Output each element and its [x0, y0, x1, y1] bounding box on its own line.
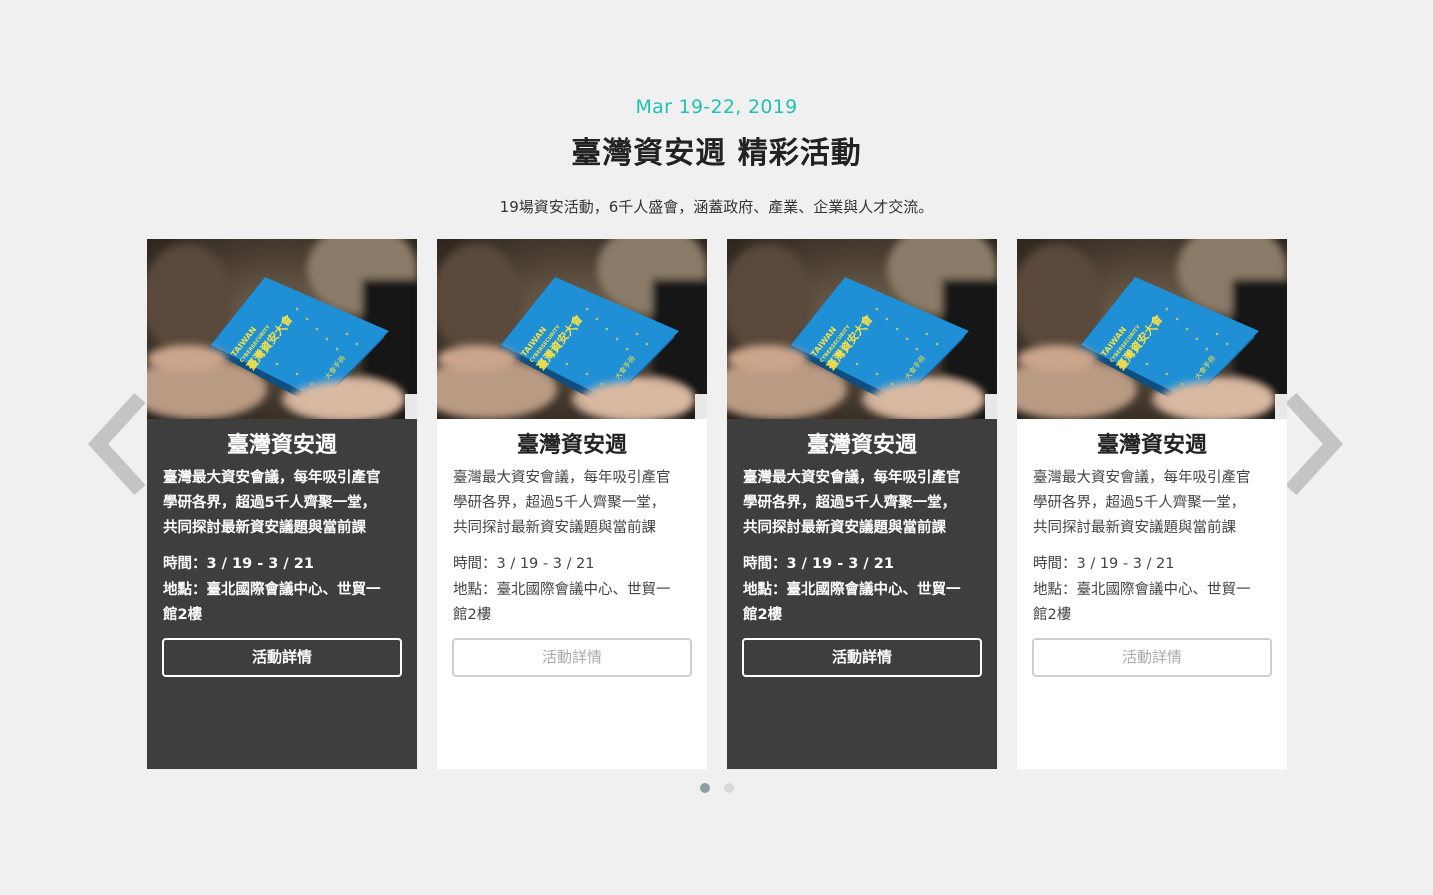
- card-description-line: 共同探討最新資安議題與當前課: [453, 520, 656, 536]
- card-description: 臺灣最大資安會議，每年吸引產官 學研各界，超過5千人齊聚一堂， 共同探討最新資安…: [743, 466, 983, 541]
- event-details-button[interactable]: 活動詳情: [742, 638, 982, 677]
- card-place: 地點：臺北國際會議中心、世貿一: [163, 581, 381, 598]
- card-title: 臺灣資安週: [226, 433, 337, 458]
- chevron-right-icon: [1285, 392, 1344, 496]
- section-subtitle: 19場資安活動，6千人盛會，涵蓋政府、產業、企業與人才交流。: [499, 198, 934, 216]
- card-description-line: 學研各界，超過5千人齊聚一堂，: [453, 495, 666, 511]
- prev-arrow-button[interactable]: [87, 392, 148, 496]
- card-meta: 時間：3 / 19 - 3 / 21 地點：臺北國際會議中心、世貿一 館2樓: [163, 552, 403, 629]
- event-details-button[interactable]: 活動詳情: [162, 638, 402, 677]
- card-description: 臺灣最大資安會議，每年吸引產官 學研各界，超過5千人齊聚一堂， 共同探討最新資安…: [453, 466, 693, 541]
- event-photo: TAIWAN CYBERSECURITY 臺灣資安大會 大會手冊: [437, 239, 707, 419]
- card-time: 時間：3 / 19 - 3 / 21: [743, 556, 894, 572]
- event-date: Mar 19-22, 2019: [635, 96, 798, 118]
- card-place-cont: 館2樓: [163, 607, 203, 623]
- card-description-line: 共同探討最新資安議題與當前課: [743, 520, 946, 536]
- next-arrow-button[interactable]: [1283, 392, 1344, 496]
- card-description-line: 共同探討最新資安議題與當前課: [163, 520, 366, 536]
- card-meta: 時間：3 / 19 - 3 / 21 地點：臺北國際會議中心、世貿一 館2樓: [743, 552, 983, 629]
- card-description-line: 臺灣最大資安會議，每年吸引產官: [743, 470, 961, 486]
- card-description-line: 臺灣最大資安會議，每年吸引產官: [163, 470, 381, 486]
- card-title: 臺灣資安週: [516, 433, 627, 458]
- event-details-button[interactable]: 活動詳情: [1032, 638, 1272, 677]
- card-description-line: 臺灣最大資安會議，每年吸引產官: [1033, 470, 1251, 486]
- event-photo: TAIWAN CYBERSECURITY 臺灣資安大會 大會手冊: [1017, 239, 1287, 419]
- card-place: 地點：臺北國際會議中心、世貿一: [453, 581, 671, 598]
- card-place-cont: 館2樓: [1033, 607, 1072, 623]
- event-carousel: TAIWAN CYBERSECURITY 臺灣資安大會 大會手冊 臺灣資安週 臺灣最大…: [147, 239, 1287, 769]
- card-description-line: 共同探討最新資安議題與當前課: [1033, 520, 1236, 536]
- card-time: 時間：3 / 19 - 3 / 21: [163, 556, 314, 572]
- card-description: 臺灣最大資安會議，每年吸引產官 學研各界，超過5千人齊聚一堂， 共同探討最新資安…: [1033, 466, 1273, 541]
- card-meta: 時間：3 / 19 - 3 / 21 地點：臺北國際會議中心、世貿一 館2樓: [453, 552, 693, 629]
- event-card: TAIWAN CYBERSECURITY 臺灣資安大會 大會手冊 臺灣資安週 臺灣最大…: [1017, 239, 1287, 769]
- card-time: 時間：3 / 19 - 3 / 21: [453, 556, 595, 572]
- event-card: TAIWAN CYBERSECURITY 臺灣資安大會 大會手冊 臺灣資安週 臺灣最大…: [437, 239, 707, 769]
- card-place-cont: 館2樓: [743, 607, 783, 623]
- booklet-photo-image: TAIWANCYBERSECURITY臺灣資安大會 大會手冊: [147, 239, 417, 419]
- event-details-button[interactable]: 活動詳情: [452, 638, 692, 677]
- booklet-photo-image: TAIWANCYBERSECURITY臺灣資安大會 大會手冊: [437, 239, 707, 419]
- pagination-dot[interactable]: [723, 783, 734, 793]
- card-description-line: 學研各界，超過5千人齊聚一堂，: [1033, 495, 1246, 511]
- card-place-cont: 館2樓: [453, 607, 492, 623]
- pagination-dot[interactable]: [699, 783, 710, 793]
- booklet-photo-image: TAIWANCYBERSECURITY臺灣資安大會 大會手冊: [1017, 239, 1287, 419]
- carousel-pagination: [0, 783, 1433, 793]
- card-place: 地點：臺北國際會議中心、世貿一: [1033, 581, 1251, 598]
- booklet-photo-image: TAIWANCYBERSECURITY臺灣資安大會 大會手冊: [727, 239, 997, 419]
- section-title: 臺灣資安週 精彩活動: [571, 136, 862, 171]
- card-meta: 時間：3 / 19 - 3 / 21 地點：臺北國際會議中心、世貿一 館2樓: [1033, 552, 1273, 629]
- card-description: 臺灣最大資安會議，每年吸引產官 學研各界，超過5千人齊聚一堂， 共同探討最新資安…: [163, 466, 403, 541]
- card-description-line: 學研各界，超過5千人齊聚一堂，: [743, 495, 957, 511]
- card-place: 地點：臺北國際會議中心、世貿一: [743, 581, 961, 598]
- event-photo: TAIWAN CYBERSECURITY 臺灣資安大會 大會手冊: [147, 239, 417, 419]
- event-card: TAIWAN CYBERSECURITY 臺灣資安大會 大會手冊 臺灣資安週 臺灣最大…: [147, 239, 417, 769]
- event-card: TAIWAN CYBERSECURITY 臺灣資安大會 大會手冊 臺灣資安週 臺灣最大…: [727, 239, 997, 769]
- card-description-line: 臺灣最大資安會議，每年吸引產官: [453, 470, 671, 486]
- card-title: 臺灣資安週: [806, 433, 917, 458]
- card-time: 時間：3 / 19 - 3 / 21: [1033, 556, 1175, 572]
- chevron-left-icon: [87, 392, 146, 496]
- card-title: 臺灣資安週: [1096, 433, 1207, 458]
- event-photo: TAIWAN CYBERSECURITY 臺灣資安大會 大會手冊: [727, 239, 997, 419]
- card-description-line: 學研各界，超過5千人齊聚一堂，: [163, 495, 377, 511]
